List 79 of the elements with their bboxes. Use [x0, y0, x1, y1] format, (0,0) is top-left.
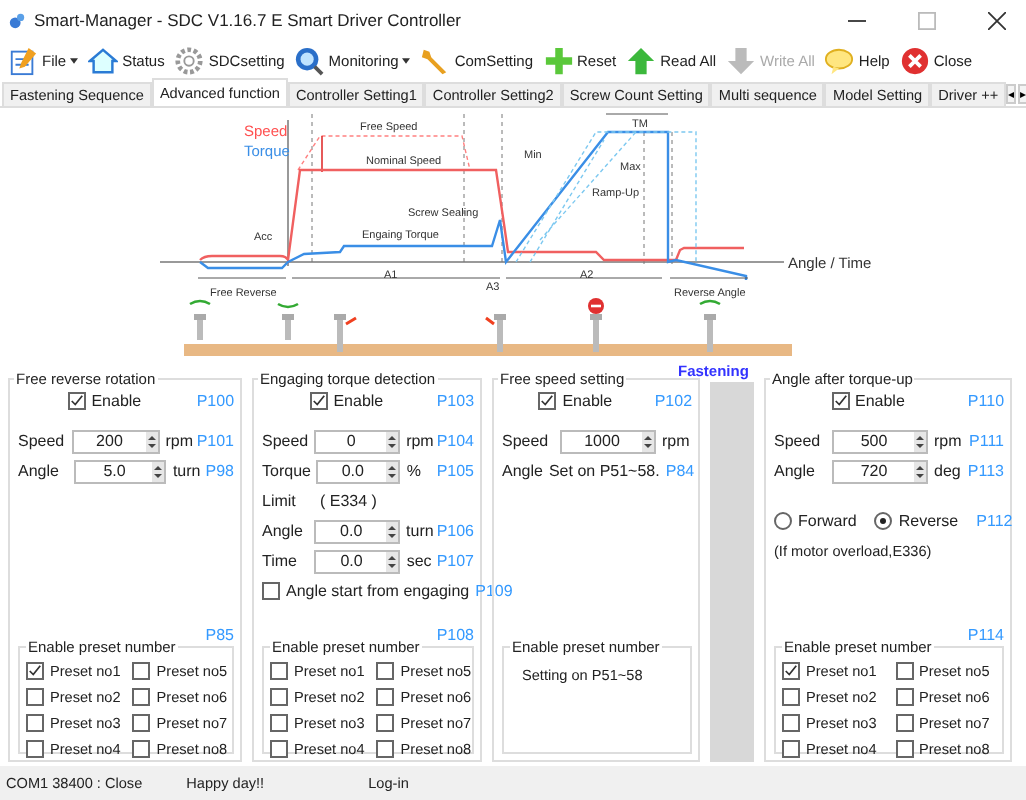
unit-label: turn	[172, 462, 200, 480]
field-label: Angle	[262, 522, 305, 540]
parameter-code: P111	[969, 432, 1004, 450]
unit-label: sec	[406, 552, 431, 570]
info-text: ( E334 )	[320, 492, 377, 510]
spinner-icon	[914, 431, 926, 451]
unit-label: rpm	[662, 432, 690, 450]
parameter-code: P112	[976, 512, 1013, 530]
window-title: Smart-Manager - SDC V1.16.7 E Smart Driver Controller	[34, 10, 464, 30]
number-input[interactable]: 0.0	[314, 519, 401, 543]
enable-checkbox[interactable]: Enable	[831, 392, 905, 410]
spinner-icon	[386, 431, 399, 451]
field-label: Speed	[262, 432, 309, 450]
parameter-code: P105	[436, 462, 474, 480]
spinner-icon	[152, 461, 165, 481]
unit-label: deg	[934, 462, 961, 480]
speed-step-line	[321, 135, 323, 173]
spinner-icon	[914, 461, 926, 481]
number-input[interactable]: 0	[314, 429, 401, 453]
wrench-icon	[420, 45, 451, 75]
field-label: Speed	[774, 432, 823, 450]
field-label: Angle	[18, 462, 61, 480]
field-label: Time	[262, 552, 299, 570]
plus-icon	[543, 45, 574, 75]
spinner-icon	[386, 461, 399, 481]
magnifier-icon	[294, 45, 325, 75]
unit-label: rpm	[406, 432, 431, 450]
parameter-code: P107	[436, 552, 474, 570]
parameter-code: P101	[196, 432, 234, 450]
field-label: Speed	[502, 432, 551, 450]
close-icon	[899, 45, 930, 75]
parameter-code: P104	[436, 432, 474, 450]
parameter-code: P109	[475, 582, 513, 600]
number-input[interactable]: 1000	[560, 429, 656, 453]
unit-label: rpm	[165, 432, 191, 450]
number-input[interactable]: 200	[71, 429, 160, 453]
spinner-icon	[386, 551, 399, 571]
up-arrow-icon	[626, 45, 657, 75]
speech-bubble-icon	[824, 45, 855, 75]
unit-label: %	[406, 462, 423, 480]
down-arrow-icon	[726, 45, 757, 75]
home-icon	[88, 45, 119, 75]
app-logo-icon	[8, 11, 26, 29]
field-label: Speed	[18, 432, 66, 450]
parameter-code: P85	[205, 626, 234, 644]
radio-option[interactable]: Forward	[774, 512, 857, 530]
gear-icon	[174, 45, 205, 75]
field-label: Limit	[262, 492, 298, 510]
number-input[interactable]: 5.0	[74, 459, 167, 483]
enable-checkbox[interactable]: Enable	[67, 392, 142, 410]
parameter-code: P98	[205, 462, 234, 480]
file-icon	[8, 45, 38, 75]
spinner-icon	[145, 431, 158, 451]
spinner-icon	[642, 431, 654, 451]
parameter-code: P108	[436, 626, 474, 644]
parameter-code: P114	[967, 626, 1004, 644]
parameter-code: P100	[196, 392, 235, 410]
unit-label: turn	[406, 522, 431, 540]
parameter-code: P106	[436, 522, 474, 540]
close-window-icon[interactable]	[988, 11, 1006, 29]
number-input[interactable]: 0.0	[314, 549, 401, 573]
field-label: Angle	[774, 462, 817, 480]
enable-checkbox[interactable]: Enable	[538, 392, 613, 410]
info-text: Set on P51~58.	[548, 462, 660, 480]
number-input[interactable]: 720	[832, 459, 928, 483]
parameter-code: P110	[967, 392, 1005, 410]
parameter-code: P103	[436, 392, 475, 410]
option-checkbox[interactable]: Angle start from engaging	[262, 582, 470, 600]
number-input[interactable]: 0.0	[316, 459, 401, 483]
field-label: Torque	[262, 462, 311, 480]
parameter-code: P102	[654, 392, 693, 410]
spinner-icon	[386, 521, 399, 541]
parameter-code: P84	[665, 462, 695, 480]
radio-option[interactable]: Reverse	[874, 512, 959, 530]
enable-checkbox[interactable]: Enable	[309, 392, 384, 410]
field-label: Angle	[502, 462, 543, 480]
unit-label: rpm	[934, 432, 962, 450]
number-input[interactable]: 500	[832, 429, 928, 453]
parameter-code: P113	[967, 462, 1004, 480]
